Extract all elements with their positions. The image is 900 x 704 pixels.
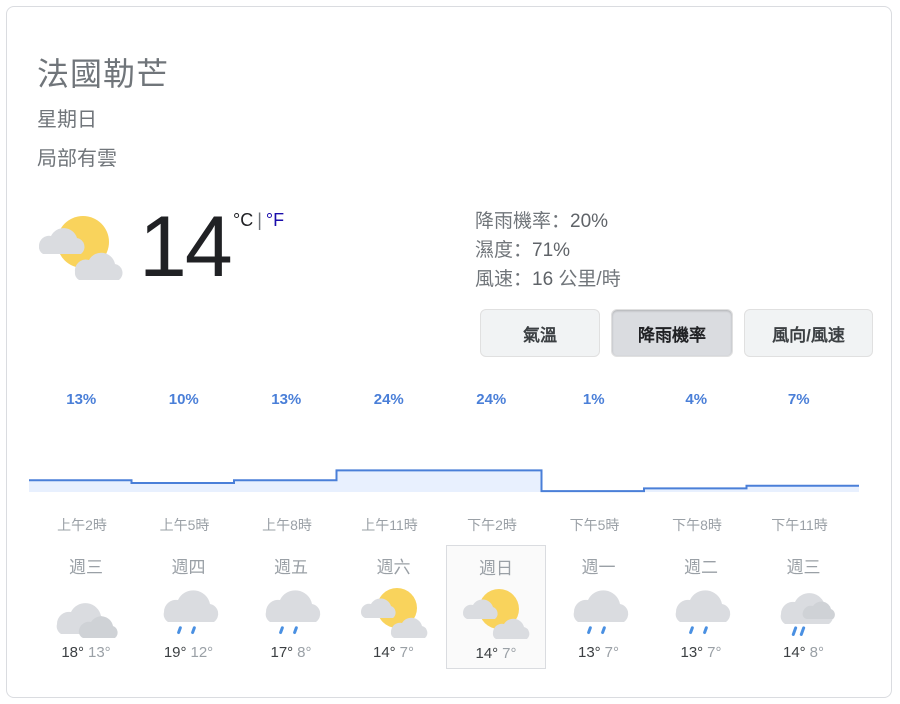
forecast-temps: 17° 8° [240,644,342,661]
forecast-temps: 18° 13° [35,644,137,661]
wind-value: 16 [532,269,554,290]
humidity-value: 71% [532,240,571,261]
forecast-day[interactable]: 週五 17° 8° [240,545,342,669]
rain-icon [666,584,736,640]
current-condition: 局部有雲 [37,148,117,170]
low-temp: 8° [297,644,312,661]
precipitation-row: 降雨機率：20% [475,207,621,236]
precipitation-label: 降雨機率： [475,211,571,232]
wind-unit: 公里/時 [553,269,621,290]
tab-temperature[interactable]: 氣溫 [480,309,600,357]
low-temp: 8° [809,644,825,661]
celsius-unit[interactable]: °C [233,210,253,230]
precipitation-label: 4% [685,391,707,408]
high-temp: 13° [680,644,704,661]
low-temp: 12° [190,644,214,661]
forecast-day-name: 週四 [171,558,206,577]
current-day: 星期日 [37,109,97,131]
low-temp: 7° [399,644,415,661]
forecast-day-name: 週三 [69,558,103,577]
forecast-temps: 14° 7° [343,644,445,661]
time-label: 下午8時 [672,517,722,533]
low-temp: 13° [88,644,111,661]
cloudy-icon [51,584,121,640]
forecast-temps: 13° 7° [548,644,650,661]
low-temp: 7° [604,644,620,661]
rain-icon [564,584,634,640]
time-label: 上午8時 [262,517,312,533]
time-label: 下午2時 [467,517,517,533]
precipitation-label: 13% [66,391,96,408]
precipitation-label: 10% [169,391,199,408]
forecast-temps: 13° 7° [650,644,752,661]
forecast-day-name: 週二 [684,558,718,577]
humidity-row: 濕度：71% [475,236,621,265]
current-temperature: 14 [139,199,233,295]
precipitation-label: 24% [374,391,404,408]
time-label: 下午5時 [569,517,620,533]
forecast-temps: 14° 7° [447,645,545,662]
forecast-temps: 14° 8° [753,644,855,661]
precipitation-label: 13% [271,391,301,408]
high-temp: 18° [61,644,84,661]
showers-icon [769,584,839,640]
weather-stats: 降雨機率：20% 濕度：71% 風速：16 公里/時 [475,207,621,294]
rain-icon [154,584,224,640]
high-temp: 14° [475,645,499,662]
forecast-day-name: 週六 [376,558,411,577]
weather-card: 法國勒芒 星期日 局部有雲 14 °C | °F 降雨機率：20% 濕度：71% 風… [6,6,892,698]
forecast-day[interactable]: 週三 14° 8° [753,545,855,669]
tab-wind[interactable]: 風向/風速 [744,309,873,357]
precipitation-label: 1% [583,391,605,408]
high-temp: 17° [270,644,294,661]
high-temp: 14° [372,644,396,661]
forecast-day-name: 週五 [274,558,308,577]
precipitation-label: 7% [788,391,810,408]
forecast-day[interactable]: 週六 14° 7° [343,545,445,669]
low-temp: 7° [707,644,722,661]
time-label: 上午11時 [361,517,418,533]
forecast-day-name: 週三 [786,558,821,577]
forecast-temps: 19° 12° [138,644,240,661]
precipitation-value: 20% [570,211,609,232]
precipitation-label: 24% [476,391,506,408]
time-label: 上午2時 [57,517,107,533]
forecast-day[interactable]: 週三 18° 13° [35,545,137,669]
high-temp: 13° [577,644,601,661]
low-temp: 7° [502,645,517,662]
partly-cloudy-icon [461,585,531,641]
precipitation-chart: 13% 10% 13% 24% 24% 1% 4% 7% [29,391,859,493]
forecast-day-name: 週一 [581,558,616,577]
time-label: 下午11時 [771,517,828,533]
forecast-day-name: 週日 [479,559,513,578]
humidity-label: 濕度： [475,240,533,261]
rain-icon [256,584,326,640]
tab-precipitation[interactable]: 降雨機率 [611,309,733,357]
time-axis: 上午2時 上午5時 上午8時 上午11時 下午2時 下午5時 下午8時 下午11時 [35,515,881,539]
forecast-day[interactable]: 週日 14° 7° [446,545,546,669]
location-title: 法國勒芒 [37,56,170,92]
partly-cloudy-icon [359,584,429,640]
high-temp: 14° [782,644,806,661]
forecast-day[interactable]: 週二 13° 7° [650,545,752,669]
partly-cloudy-icon [35,212,125,287]
unit-separator: | [257,210,262,230]
fahrenheit-unit[interactable]: °F [266,210,284,230]
unit-switch: °C | °F [233,210,284,231]
high-temp: 19° [163,644,187,661]
forecast-day[interactable]: 週一 13° 7° [548,545,650,669]
wind-row: 風速：16 公里/時 [475,265,621,294]
wind-label: 風速： [475,269,533,290]
forecast-day[interactable]: 週四 19° 12° [138,545,240,669]
time-label: 上午5時 [159,517,210,533]
